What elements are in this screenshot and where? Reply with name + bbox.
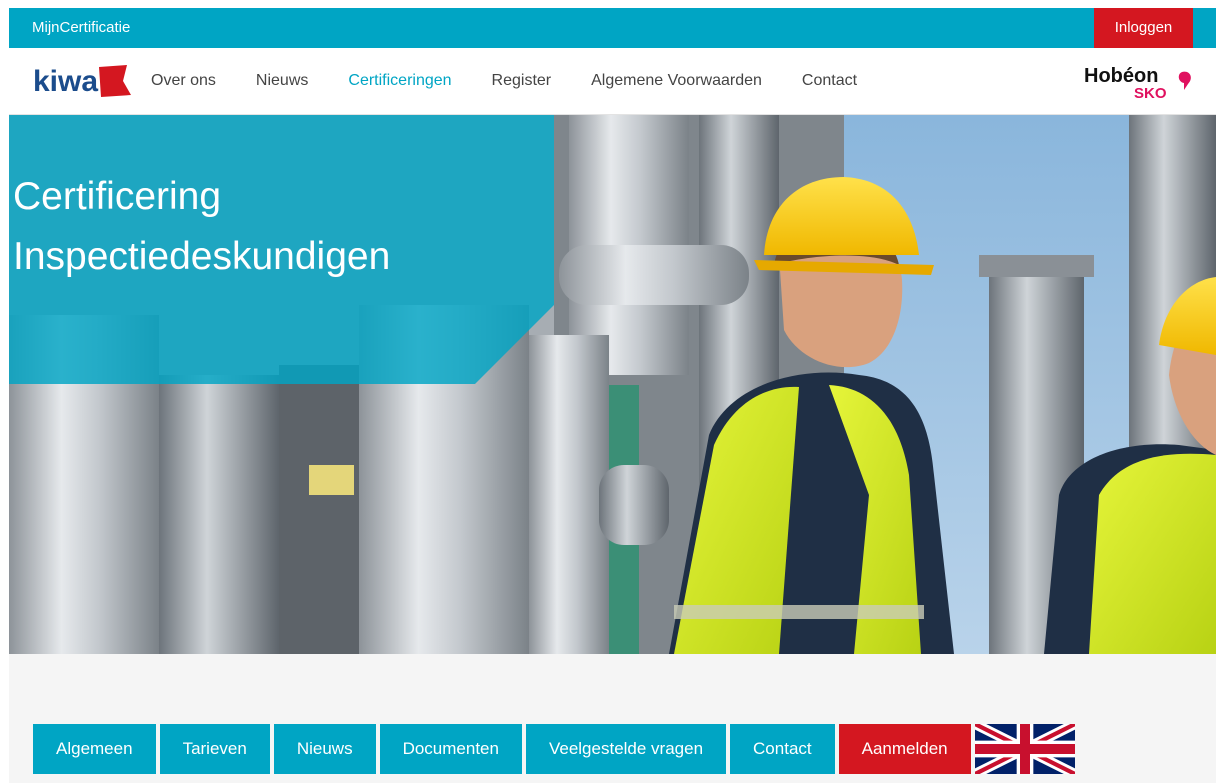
nav-menu: Over ons Nieuws Certificeringen Register…	[151, 48, 897, 114]
nav-item-register[interactable]: Register	[492, 72, 552, 90]
svg-text:SKO: SKO	[1134, 85, 1167, 102]
section-tabs-area: Algemeen Tarieven Nieuws Documenten Veel…	[9, 654, 1216, 783]
nav-item-over-ons[interactable]: Over ons	[151, 72, 216, 90]
hero-banner: Certificering Inspectiedeskundigen	[9, 115, 1216, 654]
nav-item-contact[interactable]: Contact	[802, 72, 857, 90]
tab-algemeen[interactable]: Algemeen	[33, 724, 156, 774]
tab-contact[interactable]: Contact	[730, 724, 835, 774]
top-bar: MijnCertificatie Inloggen	[9, 8, 1216, 48]
hero-title-line-2: Inspectiedeskundigen	[13, 235, 391, 278]
kiwa-logo[interactable]: kiwa	[31, 61, 135, 101]
uk-flag-icon[interactable]	[974, 724, 1075, 774]
hero-title: Certificering Inspectiedeskundigen	[13, 167, 390, 287]
svg-text:kiwa: kiwa	[33, 65, 98, 98]
hero-title-line-1: Certificering	[13, 175, 222, 218]
tab-tarieven[interactable]: Tarieven	[159, 724, 270, 774]
section-tabs: Algemeen Tarieven Nieuws Documenten Veel…	[33, 724, 1075, 774]
tab-veelgestelde-vragen[interactable]: Veelgestelde vragen	[525, 724, 727, 774]
tab-documenten[interactable]: Documenten	[379, 724, 522, 774]
hero-title-panel: Certificering Inspectiedeskundigen	[9, 115, 554, 384]
login-button[interactable]: Inloggen	[1094, 8, 1193, 48]
nav-item-algemene-voorwaarden[interactable]: Algemene Voorwaarden	[591, 72, 762, 90]
nav-item-certificeringen[interactable]: Certificeringen	[348, 72, 451, 90]
tab-aanmelden[interactable]: Aanmelden	[838, 724, 971, 774]
mijn-certificatie-link[interactable]: MijnCertificatie	[32, 8, 130, 48]
main-navigation: kiwa Over ons Nieuws Certificeringen Reg…	[9, 48, 1216, 115]
tab-nieuws[interactable]: Nieuws	[273, 724, 376, 774]
hobeon-sko-logo[interactable]: Hobéon SKO	[1082, 62, 1194, 102]
svg-text:Hobéon: Hobéon	[1084, 65, 1158, 87]
nav-item-nieuws[interactable]: Nieuws	[256, 72, 308, 90]
